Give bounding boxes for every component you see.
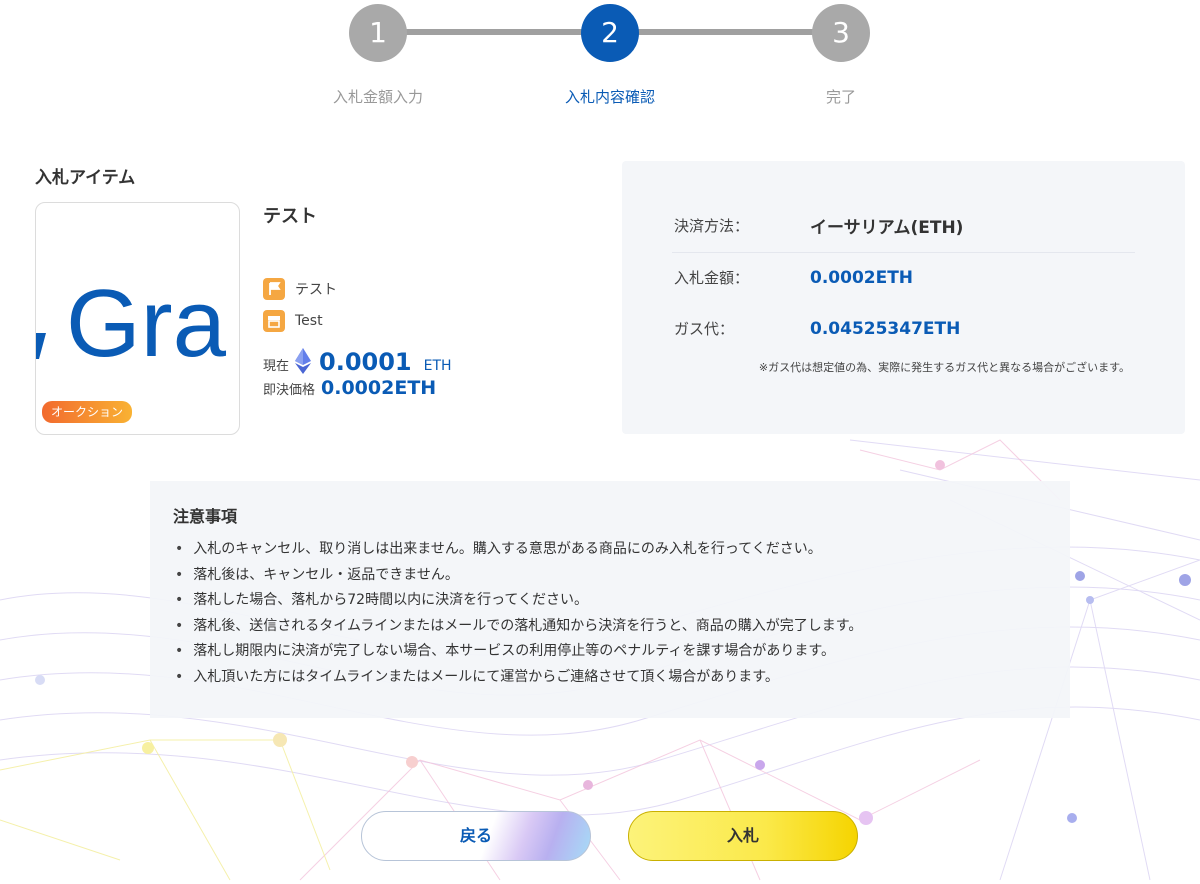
notice-item: 入札のキャンセル、取り消しは出来ません。購入する意思がある商品にのみ入札を行って… [175,537,862,563]
bid-button[interactable]: 入札 [628,811,858,861]
item-category-row: テスト [263,278,337,300]
step-3-circle: 3 [812,4,870,62]
item-section-title: 入札アイテム [35,168,136,188]
notice-box: 注意事項 入札のキャンセル、取り消しは出来ません。購入する意思がある商品にのみ入… [150,481,1070,718]
item-category-label: テスト [295,282,337,298]
ethereum-icon [295,348,312,378]
summary-divider [672,252,1135,253]
current-price-value: 0.0001 [319,348,412,376]
notice-item: 入札頂いた方にはタイムラインまたはメールにて運営からご連絡させて頂く場合がありま… [175,665,862,691]
current-price-label: 現在 [263,359,290,374]
progress-stepper: 1 2 3 入札金額入力 入札内容確認 完了 [0,0,1200,130]
step-connector-2 [610,29,842,35]
payment-method-row: 決済方法： イーサリアム(ETH) [674,213,963,238]
buynow-price-label: 即決価格 [263,383,316,398]
gas-fee-value: 0.04525347ETH [810,318,961,339]
step-2-circle: 2 [581,4,639,62]
item-image-text: Gra [66,270,227,377]
current-price-row: 現在 0.0001 ETH [263,344,452,376]
step-1-circle: 1 [349,4,407,62]
notice-item: 落札し期限内に決済が完了しない場合、本サービスの利用停止等のペナルティを課す場合… [175,639,862,665]
gas-fee-label: ガス代： [674,320,735,338]
item-shop-row[interactable]: Test [263,310,323,332]
buynow-price-value: 0.0002ETH [321,377,437,399]
payment-method-label: 決済方法： [674,217,750,235]
gas-fee-note: ※ガス代は想定値の為、実際に発生するガス代と異なる場合がございます。 [758,361,1130,374]
background-network-decoration [0,439,1200,881]
item-name: テスト [263,206,317,227]
bid-amount-row: 入札金額： 0.0002ETH [674,267,913,288]
bid-summary-panel: 決済方法： イーサリアム(ETH) 入札金額： 0.0002ETH ガス代： 0… [622,161,1185,434]
notice-list: 入札のキャンセル、取り消しは出来ません。購入する意思がある商品にのみ入札を行って… [175,537,862,690]
current-price-unit: ETH [423,358,452,374]
notice-item: 落札した場合、落札から72時間以内に決済を行ってください。 [175,588,862,614]
shop-icon [263,310,285,332]
notice-item: 落札後は、キャンセル・返品できません。 [175,563,862,589]
notice-title: 注意事項 [173,507,238,526]
item-shop-label: Test [295,313,323,329]
step-1-label: 入札金額入力 [332,88,423,106]
step-connector-1 [378,29,610,35]
bid-amount-label: 入札金額： [674,269,750,287]
payment-method-value: イーサリアム(ETH) [810,218,964,238]
back-button[interactable]: 戻る [361,811,591,861]
auction-badge: オークション [42,401,133,423]
gas-fee-row: ガス代： 0.04525347ETH [674,318,960,339]
buynow-price-row: 即決価格 0.0002ETH [263,377,436,399]
step-3-label: 完了 [825,88,856,106]
flag-icon [263,278,285,300]
notice-item: 落札後、送信されるタイムラインまたはメールでの落札通知から決済を行うと、商品の購… [175,614,862,640]
item-info: テスト テスト Test 現在 0.0001 ETH 即決価格 0.0002ET… [263,202,603,399]
step-2-label: 入札内容確認 [564,88,655,106]
bid-amount-value: 0.0002ETH [810,267,914,288]
item-image[interactable]: Gra オークション [35,202,240,435]
